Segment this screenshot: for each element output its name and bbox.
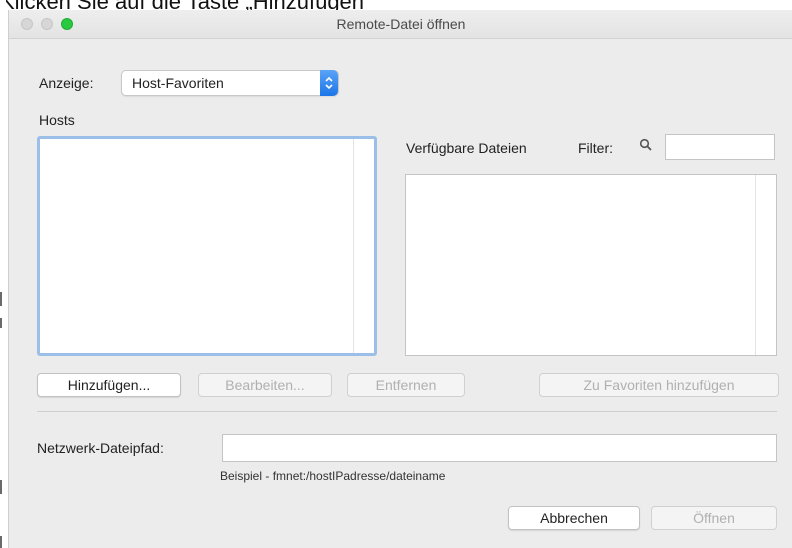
files-list-scrollbar[interactable]	[755, 175, 776, 355]
network-path-label: Netzwerk-Dateipfad:	[37, 440, 164, 456]
window-title: Remote-Datei öffnen	[336, 16, 466, 32]
network-path-example: Beispiel - fmnet:/hostIPadresse/dateinam…	[220, 469, 446, 483]
filter-label: Filter:	[578, 140, 613, 156]
hosts-list-scrollbar[interactable]	[353, 139, 374, 353]
select-stepper-icon	[320, 70, 338, 96]
available-files-label: Verfügbare Dateien	[406, 140, 527, 156]
network-path-input[interactable]	[222, 434, 777, 462]
available-files-list[interactable]	[405, 174, 777, 356]
hosts-list[interactable]	[37, 136, 377, 356]
add-button[interactable]: Hinzufügen...	[37, 373, 181, 397]
edit-button[interactable]: Bearbeiten...	[198, 373, 332, 397]
open-button[interactable]: Öffnen	[651, 506, 777, 530]
hosts-label: Hosts	[39, 112, 75, 128]
add-to-favorites-button[interactable]: Zu Favoriten hinzufügen	[539, 373, 779, 397]
title-bar: Remote-Datei öffnen	[9, 10, 792, 39]
display-label: Anzeige:	[39, 75, 94, 91]
remove-button[interactable]: Entfernen	[347, 373, 465, 397]
left-edge-artifact	[0, 0, 6, 548]
divider	[37, 411, 777, 412]
filter-input[interactable]	[665, 134, 775, 160]
display-select-value: Host-Favoriten	[132, 75, 224, 91]
remote-file-dialog: Remote-Datei öffnen Anzeige: Host-Favori…	[8, 10, 792, 548]
cancel-button[interactable]: Abbrechen	[508, 506, 640, 530]
search-icon	[639, 138, 653, 152]
display-select[interactable]: Host-Favoriten	[121, 70, 339, 96]
